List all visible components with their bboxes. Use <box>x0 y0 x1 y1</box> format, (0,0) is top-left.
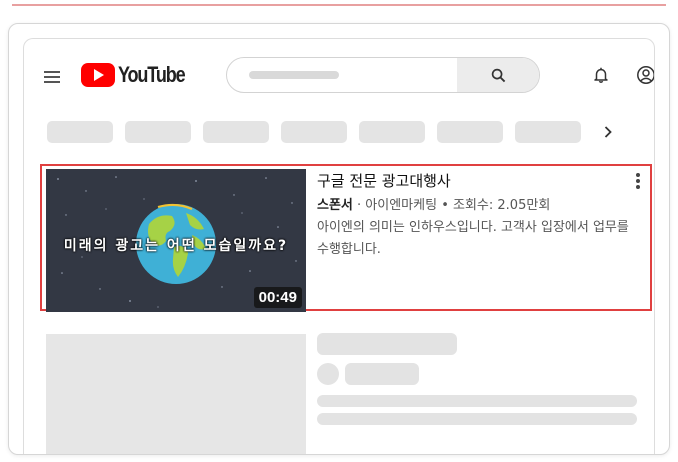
video-title[interactable]: 구글 전문 광고대행사 <box>317 170 451 191</box>
account-circle-icon[interactable] <box>636 65 655 85</box>
youtube-frame: YouTube 미래의 광고는 어떤 모습일까요? 00:49 구글 전문 광고… <box>23 38 655 454</box>
search-input[interactable] <box>227 58 461 92</box>
view-count: 조회수: 2.05만회 <box>453 198 551 213</box>
video-thumbnail[interactable]: 미래의 광고는 어떤 모습일까요? 00:49 <box>46 169 306 312</box>
top-divider <box>12 4 666 6</box>
more-vertical-icon[interactable] <box>632 173 644 193</box>
search-bar <box>226 57 540 93</box>
play-logo-icon <box>81 63 115 87</box>
filter-chip[interactable] <box>359 121 425 143</box>
search-button[interactable] <box>457 58 539 92</box>
meta-separator: • <box>441 198 454 213</box>
filter-chip[interactable] <box>281 121 347 143</box>
skeleton-title <box>317 333 457 355</box>
duration-badge: 00:49 <box>253 287 302 308</box>
filter-chip[interactable] <box>47 121 113 143</box>
filter-chip[interactable] <box>515 121 581 143</box>
filter-chip[interactable] <box>437 121 503 143</box>
thumbnail-caption: 미래의 광고는 어떤 모습일까요? <box>63 238 289 254</box>
skeleton-line <box>317 395 637 407</box>
sponsor-label: 스폰서 <box>317 198 353 213</box>
chevron-right-icon[interactable] <box>600 121 616 143</box>
skeleton-channel <box>345 363 419 385</box>
video-meta: 스폰서 · 아이엔마케팅 • 조회수: 2.05만회 <box>317 194 550 213</box>
bell-icon[interactable] <box>592 66 610 84</box>
preview-card: YouTube 미래의 광고는 어떤 모습일까요? 00:49 구글 전문 광고… <box>8 23 670 455</box>
logo-text: YouTube <box>118 62 186 87</box>
skeleton-line <box>317 413 637 425</box>
filter-chip[interactable] <box>125 121 191 143</box>
filter-chip[interactable] <box>203 121 269 143</box>
channel-name[interactable]: 아이엔마케팅 <box>365 198 437 213</box>
video-description: 아이엔의 의미는 인하우스입니다. 고객사 입장에서 업무를 수행합니다. <box>317 220 629 257</box>
skeleton-avatar <box>317 363 339 385</box>
hamburger-menu-icon[interactable] <box>44 71 60 83</box>
search-icon <box>491 68 505 82</box>
youtube-logo[interactable]: YouTube <box>81 62 199 87</box>
skeleton-thumbnail <box>46 334 306 454</box>
